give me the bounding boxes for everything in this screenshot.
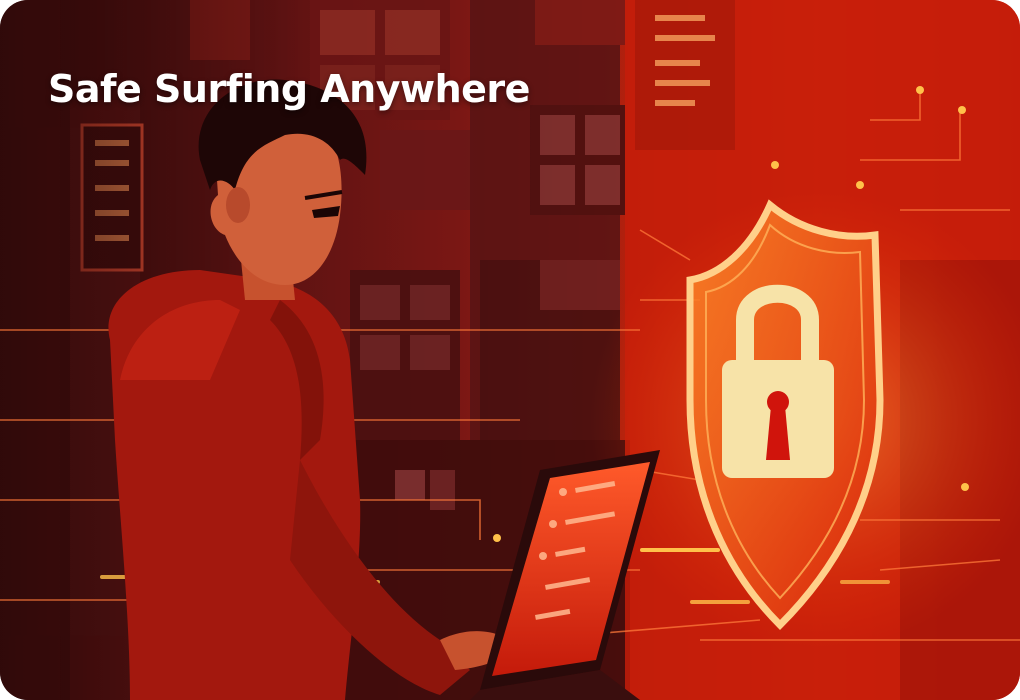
- hero-banner: Safe Surfing Anywhere: [0, 0, 1020, 700]
- banner-title: Safe Surfing Anywhere: [48, 67, 530, 112]
